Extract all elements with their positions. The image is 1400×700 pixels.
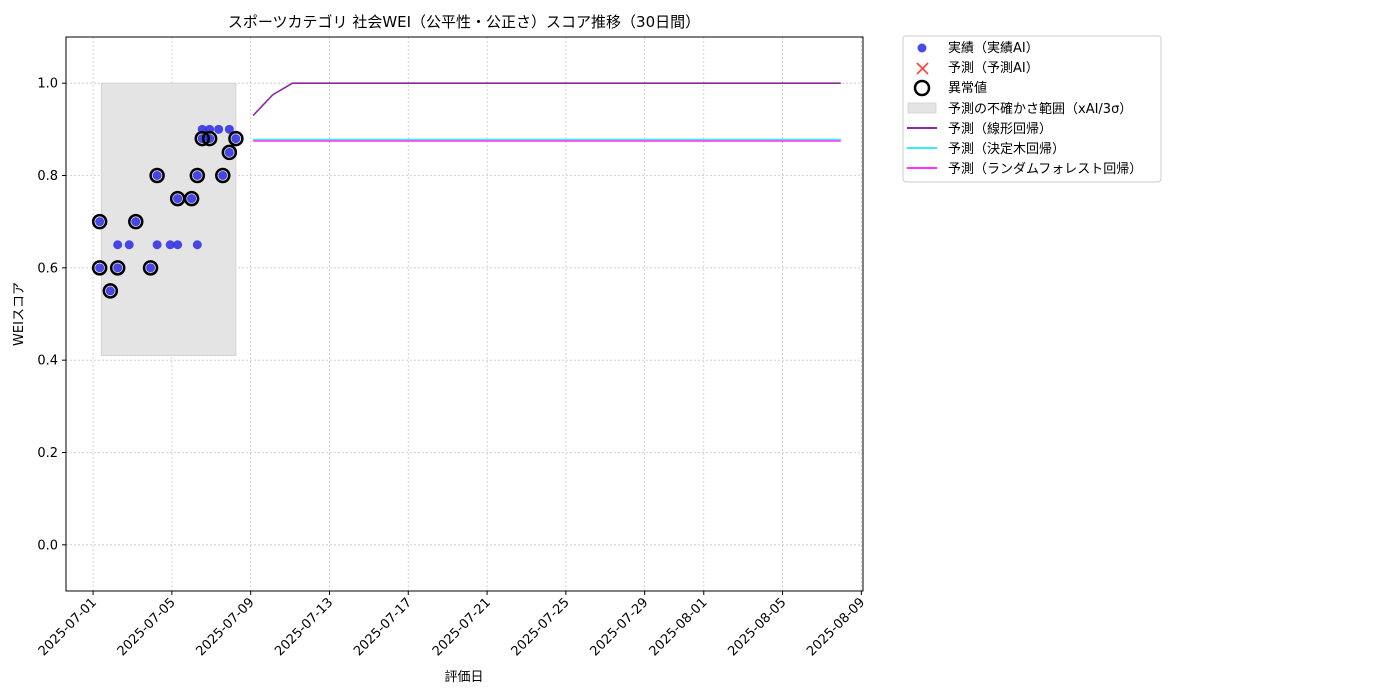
- x-tick-label: 2025-07-25: [509, 595, 573, 659]
- x-tick-label: 2025-07-05: [115, 595, 179, 659]
- legend-linear-label: 予測（線形回帰）: [948, 121, 1052, 137]
- actual-point: [95, 263, 105, 273]
- x-axis-label: 評価日: [444, 670, 483, 685]
- legend-predicted-label: 予測（予測AI）: [948, 61, 1039, 76]
- chart: 2025-07-01 2025-07-05 2025-07-09 2025-07-13…: [12, 13, 1162, 685]
- x-tick-label: 2025-07-17: [351, 595, 415, 659]
- uncertainty-band-layer: [100, 82, 237, 356]
- x-tick-label: 2025-08-01: [647, 595, 711, 659]
- actual-point: [113, 240, 123, 250]
- x-tick-label: 2025-08-05: [725, 595, 789, 659]
- y-tick-label: 0.8: [37, 169, 58, 184]
- actual-point: [105, 286, 115, 296]
- x-axis-ticks: 2025-07-01 2025-07-05 2025-07-09 2025-07-13…: [36, 591, 868, 659]
- actual-point: [187, 194, 197, 204]
- x-tick-label: 2025-07-01: [36, 595, 100, 659]
- x-tick-label: 2025-07-09: [193, 595, 257, 659]
- chart-title: スポーツカテゴリ 社会WEI（公平性・公正さ）スコア推移（30日間）: [228, 13, 700, 31]
- actual-point: [146, 263, 156, 273]
- y-axis-label: WEIスコア: [12, 282, 27, 346]
- actual-point: [192, 240, 202, 250]
- y-tick-label: 0.2: [37, 446, 58, 461]
- x-tick-label: 2025-07-21: [430, 595, 494, 659]
- legend-band-swatch: [907, 102, 937, 114]
- x-tick-label: 2025-07-13: [272, 595, 336, 659]
- legend-forest-label: 予測（ランダムフォレスト回帰）: [948, 161, 1142, 177]
- uncertainty-band: [100, 82, 237, 356]
- actual-point: [218, 171, 228, 180]
- y-axis-ticks: 0.0 0.2 0.4 0.6 0.8 1.0: [37, 77, 66, 553]
- legend-band-label: 予測の不確かさ範囲（xAI/3σ）: [948, 101, 1132, 117]
- y-tick-label: 0.4: [37, 354, 58, 369]
- actual-point: [173, 194, 183, 204]
- actual-point: [152, 240, 162, 250]
- x-tick-label: 2025-07-29: [587, 595, 651, 659]
- actual-point: [131, 217, 141, 227]
- legend: 実績（実績AI） 予測（予測AI） 異常値 予測の不確かさ範囲（xAI/3σ） …: [902, 35, 1162, 183]
- actual-point: [113, 263, 123, 273]
- legend-actual-marker: [917, 43, 927, 53]
- actual-point: [214, 124, 224, 134]
- actual-point: [231, 134, 241, 144]
- y-tick-label: 0.6: [37, 261, 58, 276]
- actual-point: [192, 171, 202, 180]
- actual-point: [124, 240, 134, 250]
- y-tick-label: 0.0: [37, 538, 58, 553]
- actual-point: [173, 240, 183, 250]
- legend-tree-label: 予測（決定木回帰）: [948, 141, 1065, 157]
- x-tick-label: 2025-08-09: [804, 595, 868, 659]
- actual-point: [95, 217, 105, 227]
- legend-anomaly-label: 異常値: [948, 80, 987, 96]
- legend-actual-label: 実績（実績AI）: [948, 40, 1039, 56]
- actual-point: [152, 171, 162, 180]
- y-tick-label: 1.0: [37, 77, 58, 92]
- actual-point: [224, 147, 234, 157]
